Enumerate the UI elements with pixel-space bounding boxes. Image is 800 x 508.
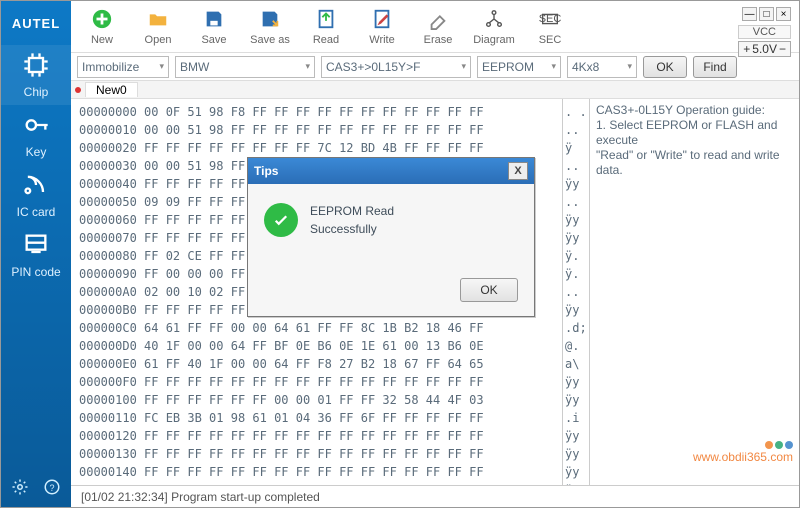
combo-memtype[interactable]: EEPROM▾ xyxy=(477,56,561,78)
tool-label: Diagram xyxy=(473,34,515,46)
tool-diagram[interactable]: Diagram xyxy=(473,8,515,46)
vcc-label: VCC xyxy=(738,25,791,39)
window-maximize[interactable]: □ xyxy=(759,7,774,21)
tool-label: Save xyxy=(201,34,226,46)
tool-label: Save as xyxy=(250,34,290,46)
guide-line: "Read" or "Write" to read and write data… xyxy=(596,148,793,178)
toolbar: New Open Save Save as Read Write xyxy=(71,1,799,53)
tool-label: Write xyxy=(369,34,394,46)
ok-button[interactable]: OK xyxy=(643,56,687,78)
write-icon xyxy=(371,8,393,33)
erase-icon xyxy=(427,8,449,33)
selector-row: Immobilize▾ BMW▾ CAS3+>0L15Y>F▾ EEPROM▾ … xyxy=(71,53,799,81)
sidebar-label: Chip xyxy=(24,85,49,99)
combo-brand[interactable]: BMW▾ xyxy=(175,56,315,78)
sidebar-item-iccard[interactable]: IC card xyxy=(1,165,71,225)
sidebar-label: PIN code xyxy=(11,265,60,279)
tool-save[interactable]: Save xyxy=(193,8,235,46)
dialog-body: EEPROM Read Successfully xyxy=(248,184,534,242)
settings-icon[interactable] xyxy=(11,478,29,499)
svg-text:?: ? xyxy=(49,483,54,493)
dialog-message: EEPROM Read Successfully xyxy=(310,202,394,238)
sidebar-label: Key xyxy=(26,145,47,159)
chevron-down-icon: ▾ xyxy=(551,61,556,72)
svg-text:SEC: SEC xyxy=(539,12,561,24)
tab-hex[interactable]: New0 xyxy=(85,82,138,97)
guide-line: 1. Select EEPROM or FLASH and execute xyxy=(596,118,793,148)
new-icon xyxy=(91,8,113,33)
tool-sec[interactable]: SEC SEC xyxy=(529,8,571,46)
iccard-icon xyxy=(22,171,50,202)
saveas-icon xyxy=(259,8,281,33)
app-window: AUTEL Chip Key IC card PIN code ? — □ × xyxy=(0,0,800,508)
tips-dialog: Tips X EEPROM Read Successfully OK xyxy=(247,157,535,317)
chevron-down-icon: ▾ xyxy=(159,61,164,72)
pincode-icon xyxy=(22,231,50,262)
tool-label: Open xyxy=(145,34,172,46)
guide-title: CAS3+-0L15Y Operation guide: xyxy=(596,103,793,118)
combo-type[interactable]: Immobilize▾ xyxy=(77,56,169,78)
tool-label: Read xyxy=(313,34,339,46)
open-icon xyxy=(147,8,169,33)
sidebar-item-pincode[interactable]: PIN code xyxy=(1,225,71,285)
chevron-down-icon: ▾ xyxy=(461,61,466,72)
dialog-close-button[interactable]: X xyxy=(508,162,528,180)
chevron-down-icon: ▾ xyxy=(627,61,632,72)
vcc-panel: VCC + 5.0V − xyxy=(738,25,791,57)
sidebar-label: IC card xyxy=(17,205,56,219)
ascii-column: . . .. ÿ . .. ÿy .. ÿy ÿy ÿ. ÿ. .. ÿy .d… xyxy=(563,99,589,485)
combo-model[interactable]: CAS3+>0L15Y>F▾ xyxy=(321,56,471,78)
dialog-title: Tips xyxy=(254,164,278,178)
status-bar: [01/02 21:32:34] Program start-up comple… xyxy=(71,485,799,507)
tool-read[interactable]: Read xyxy=(305,8,347,46)
combo-size[interactable]: 4Kx8▾ xyxy=(567,56,637,78)
tool-erase[interactable]: Erase xyxy=(417,8,459,46)
tool-new[interactable]: New xyxy=(81,8,123,46)
help-icon[interactable]: ? xyxy=(43,478,61,499)
key-icon xyxy=(22,111,50,142)
save-icon xyxy=(203,8,225,33)
dialog-ok-button[interactable]: OK xyxy=(460,278,518,302)
dialog-titlebar[interactable]: Tips X xyxy=(248,158,534,184)
read-icon xyxy=(315,8,337,33)
sidebar-bottom-row: ? xyxy=(1,478,71,499)
window-minimize[interactable]: — xyxy=(742,7,757,21)
chip-icon xyxy=(22,51,50,82)
find-button[interactable]: Find xyxy=(693,56,737,78)
vcc-value: 5.0V xyxy=(752,42,777,56)
vcc-minus[interactable]: − xyxy=(779,42,786,56)
left-sidebar: AUTEL Chip Key IC card PIN code ? xyxy=(1,1,71,508)
window-controls: — □ × xyxy=(742,7,791,21)
modified-dot-icon xyxy=(75,87,81,93)
tool-label: New xyxy=(91,34,113,46)
vcc-plus[interactable]: + xyxy=(743,42,750,56)
vcc-value-control[interactable]: + 5.0V − xyxy=(738,41,791,57)
tool-open[interactable]: Open xyxy=(137,8,179,46)
brand-logo: AUTEL xyxy=(1,1,71,45)
tool-label: Erase xyxy=(424,34,453,46)
tool-label: SEC xyxy=(539,34,562,46)
sidebar-item-chip[interactable]: Chip xyxy=(1,45,71,105)
status-text: [01/02 21:32:34] Program start-up comple… xyxy=(81,490,320,504)
diagram-icon xyxy=(483,8,505,33)
chevron-down-icon: ▾ xyxy=(305,61,310,72)
window-close[interactable]: × xyxy=(776,7,791,21)
success-check-icon xyxy=(264,203,298,237)
sec-icon: SEC xyxy=(539,8,561,33)
tool-saveas[interactable]: Save as xyxy=(249,8,291,46)
sidebar-item-key[interactable]: Key xyxy=(1,105,71,165)
operation-guide: CAS3+-0L15Y Operation guide: 1. Select E… xyxy=(589,99,799,485)
tool-write[interactable]: Write xyxy=(361,8,403,46)
tab-bar: New0 xyxy=(71,81,799,99)
